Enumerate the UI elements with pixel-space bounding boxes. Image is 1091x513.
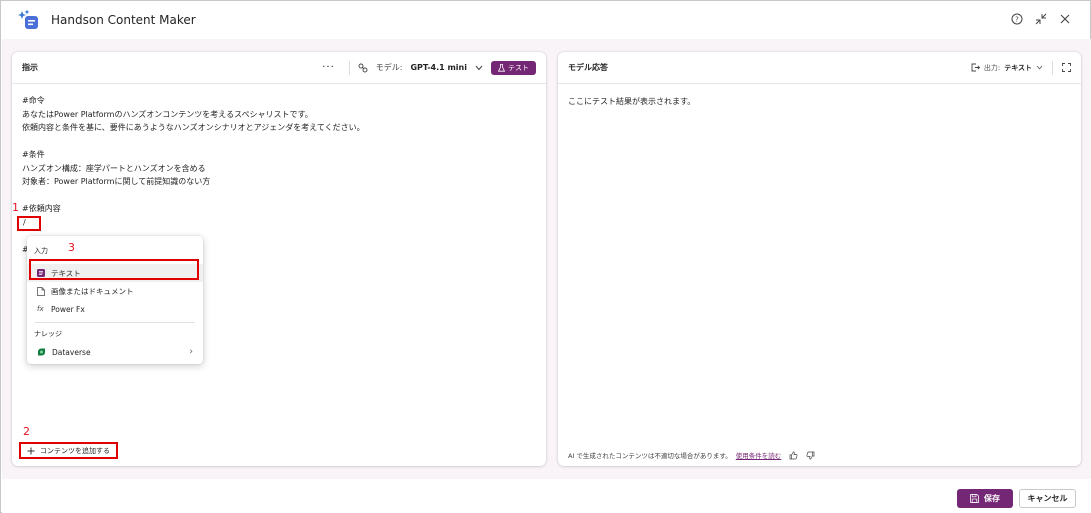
model-response-header: モデル応答 出力: テキスト <box>558 52 1081 84</box>
more-options-button[interactable]: ··· <box>322 62 335 73</box>
prompt-blank-line <box>22 135 522 149</box>
flask-icon <box>498 63 505 72</box>
insert-menu: 入力 テキスト 画像またはドキュメント fx Power Fx ナレッジ Dat… <box>27 236 203 364</box>
save-button-label: 保存 <box>984 494 1000 503</box>
test-button-label: テスト <box>508 63 529 72</box>
save-button[interactable]: 保存 <box>957 489 1013 508</box>
prompt-line: 依頼内容と条件を基に、要件にあうようなハンズオンシナリオとアジェンダを考えてくだ… <box>22 123 365 132</box>
prompt-line: #命令 <box>22 96 45 105</box>
menu-item-label: Power Fx <box>51 304 85 314</box>
prompt-line: ハンズオン構成：座学パートとハンズオンを含める <box>22 163 206 173</box>
thumbs-up-icon[interactable] <box>789 450 798 460</box>
collapse-icon[interactable] <box>1034 12 1048 26</box>
menu-item-label: 画像またはドキュメント <box>51 286 134 296</box>
header-divider <box>1052 60 1053 75</box>
output-label: 出力: <box>983 63 1001 72</box>
annotation-box-2 <box>19 442 118 459</box>
instruction-panel-title: 指示 <box>22 63 38 72</box>
menu-separator <box>35 322 195 323</box>
app-window: Handson Content Maker ? 指示 ··· モデル: GPT-… <box>0 0 1091 513</box>
model-response-panel: モデル応答 出力: テキスト ここにテスト結果が表示されます。 AI で生成され… <box>558 52 1081 466</box>
instruction-panel-header: 指示 ··· モデル: GPT-4.1 mini テスト <box>12 52 546 84</box>
annotation-marker-3: 3 <box>68 241 75 254</box>
document-icon <box>37 286 45 296</box>
chevron-down-icon[interactable] <box>475 65 483 71</box>
annotation-marker-2: 2 <box>23 425 30 438</box>
model-selector[interactable]: GPT-4.1 mini <box>410 63 467 72</box>
prompt-line: #条件 <box>22 150 45 159</box>
test-button[interactable]: テスト <box>491 60 536 75</box>
prompt-line: #依頼内容 <box>22 204 61 213</box>
cancel-button[interactable]: キャンセル <box>1019 489 1076 508</box>
export-icon <box>971 63 980 72</box>
annotation-box-1 <box>17 216 41 231</box>
response-placeholder: ここにテスト結果が表示されます。 <box>568 97 696 106</box>
help-icon[interactable]: ? <box>1010 12 1024 26</box>
menu-item-document[interactable]: 画像またはドキュメント <box>27 282 203 300</box>
prompt-editor[interactable]: #命令 あなたはPower Platformのハンズオンコンテンツを考えるスペシ… <box>22 94 522 256</box>
prompt-slash-line: / <box>23 217 26 227</box>
model-label: モデル: <box>375 63 403 72</box>
model-response-title: モデル応答 <box>568 63 608 72</box>
bottom-bar: 保存 キャンセル <box>2 479 1091 513</box>
menu-item-power-fx[interactable]: fx Power Fx <box>27 300 203 318</box>
knowledge-section-label: ナレッジ <box>34 330 62 338</box>
thumbs-down-icon[interactable] <box>806 451 815 460</box>
app-logo-icon <box>18 9 38 29</box>
menu-item-dataverse[interactable]: Dataverse › <box>27 343 203 361</box>
output-selector[interactable]: テキスト <box>1004 63 1032 73</box>
prompt-blank-line <box>22 189 522 203</box>
menu-item-label: Dataverse <box>52 347 91 357</box>
annotation-box-3 <box>29 259 199 280</box>
input-section-label: 入力 <box>34 247 48 255</box>
expand-icon[interactable] <box>1062 63 1071 72</box>
terms-link[interactable]: 使用条件を読む <box>736 450 782 460</box>
ai-disclaimer: AI で生成されたコンテンツは不適切な場合があります。 使用条件を読む <box>568 450 815 460</box>
cancel-button-label: キャンセル <box>1027 494 1068 503</box>
svg-text:?: ? <box>1015 16 1019 24</box>
dataverse-icon <box>38 348 45 356</box>
app-title: Handson Content Maker <box>51 13 196 27</box>
prompt-line: あなたはPower Platformのハンズオンコンテンツを考えるスペシャリスト… <box>22 109 313 119</box>
model-settings-icon <box>358 63 368 72</box>
close-icon[interactable] <box>1058 12 1072 26</box>
chevron-down-icon[interactable] <box>1036 65 1043 70</box>
title-bar: Handson Content Maker ? <box>1 1 1090 39</box>
header-divider <box>348 60 350 75</box>
fx-icon: fx <box>37 305 44 313</box>
ai-disclaimer-text: AI で生成されたコンテンツは不適切な場合があります。 <box>568 452 732 460</box>
save-icon <box>970 494 979 503</box>
chevron-right-icon: › <box>189 347 193 357</box>
annotation-marker-1: 1 <box>12 201 19 214</box>
prompt-line: 対象者：Power Platformに関して前提知識のない方 <box>22 177 211 186</box>
